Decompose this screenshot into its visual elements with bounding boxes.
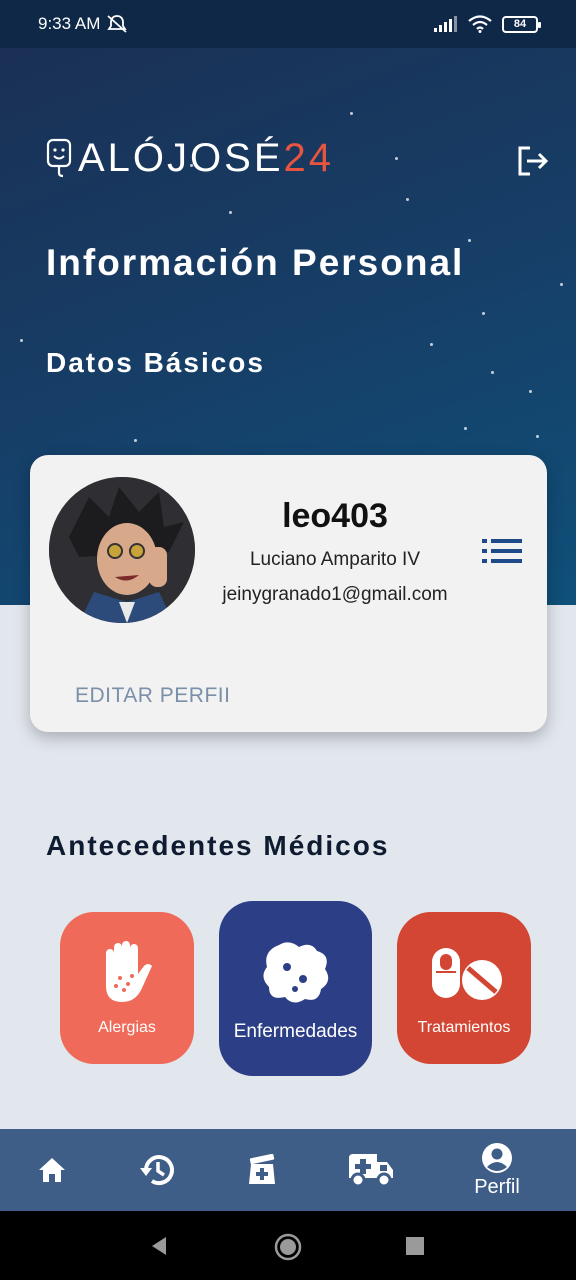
section-title-basic: Datos Básicos bbox=[46, 347, 265, 378]
username: leo403 bbox=[282, 497, 388, 535]
logo-text: ALÓJOSÉ bbox=[78, 135, 284, 180]
list-icon[interactable] bbox=[482, 539, 522, 563]
diseases-label: Enfermedades bbox=[233, 1021, 358, 1042]
logo-number: 24 bbox=[283, 135, 335, 180]
avatar bbox=[49, 477, 195, 623]
recents-icon[interactable] bbox=[406, 1237, 424, 1255]
mute-icon bbox=[107, 15, 128, 33]
virus-icon bbox=[263, 942, 329, 1003]
system-navigation-bar bbox=[0, 1211, 576, 1280]
nav-home[interactable] bbox=[32, 1129, 72, 1211]
back-icon[interactable] bbox=[150, 1236, 168, 1256]
pills-icon bbox=[432, 948, 502, 1000]
nav-medicine[interactable] bbox=[244, 1129, 280, 1211]
status-time: 9:33 AM bbox=[38, 14, 101, 33]
nav-profile[interactable]: Perfil bbox=[466, 1129, 528, 1211]
allergies-label: Alergias bbox=[98, 1019, 156, 1036]
treatments-button[interactable]: Tratamientos bbox=[397, 912, 531, 1064]
logout-icon[interactable] bbox=[516, 144, 550, 178]
full-name: Luciano Amparito IV bbox=[249, 549, 421, 570]
medical-kit-icon bbox=[249, 1154, 275, 1184]
home-button-icon[interactable] bbox=[274, 1233, 302, 1261]
battery-level: 84 bbox=[513, 17, 527, 30]
hand-icon bbox=[106, 941, 152, 1002]
stethoscope-icon bbox=[46, 138, 72, 178]
profile-card: leo403 Luciano Amparito IV jeinygranado1… bbox=[30, 455, 547, 732]
diseases-button[interactable]: Enfermedades bbox=[219, 901, 372, 1076]
email: jeinygranado1@gmail.com bbox=[222, 584, 448, 605]
nav-ambulance[interactable] bbox=[346, 1129, 396, 1211]
section-title-medical: Antecedentes Médicos bbox=[46, 830, 390, 861]
app-logo: ALÓJOSÉ24 bbox=[46, 136, 334, 180]
history-icon bbox=[140, 1155, 174, 1185]
wifi-icon bbox=[468, 15, 492, 33]
edit-profile-button[interactable]: EDITAR PERFII bbox=[75, 684, 230, 708]
treatments-label: Tratamientos bbox=[417, 1019, 511, 1036]
nav-profile-label: Perfil bbox=[474, 1175, 520, 1198]
account-icon bbox=[482, 1142, 512, 1173]
ambulance-icon bbox=[349, 1154, 393, 1188]
page-title: Información Personal bbox=[46, 242, 465, 283]
status-bar: 9:33 AM 84 bbox=[0, 0, 576, 48]
signal-icon bbox=[434, 16, 457, 32]
home-icon bbox=[39, 1158, 65, 1182]
bottom-navigation: Perfil bbox=[0, 1129, 576, 1211]
nav-history[interactable] bbox=[136, 1129, 178, 1211]
battery-icon: 84 bbox=[502, 15, 541, 33]
allergies-button[interactable]: Alergias bbox=[60, 912, 194, 1064]
